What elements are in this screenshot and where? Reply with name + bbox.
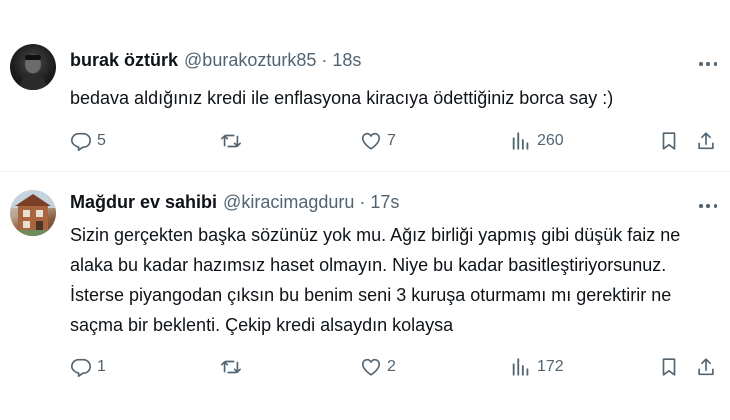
like-button[interactable]: 7: [360, 130, 396, 152]
author-name[interactable]: burak öztürk: [70, 50, 178, 71]
reply-count: 5: [97, 132, 106, 149]
heart-icon: [361, 358, 381, 376]
repost-icon: [221, 134, 241, 148]
tweet-text: bedava aldığınız kredi ile enflasyona ki…: [70, 83, 720, 113]
avatar-photo-icon: [19, 54, 47, 90]
share-icon: [698, 358, 714, 376]
avatar[interactable]: [10, 190, 56, 236]
tweet-text-line: bedava aldığınız kredi ile enflasyona ki…: [70, 88, 614, 108]
like-count: 7: [387, 132, 396, 149]
reply-icon: [71, 358, 91, 377]
tweet-text-line: alaka bu kadar hazımsız haset olmayın. N…: [70, 255, 667, 275]
reply-button[interactable]: 1: [70, 356, 106, 378]
tweet-text: Sizin gerçekten başka sözünüz yok mu. Ağ…: [70, 220, 720, 340]
separator: ·: [321, 50, 328, 70]
share-icon: [698, 132, 714, 150]
repost-button[interactable]: [220, 130, 247, 152]
views-chart-icon: [512, 358, 529, 376]
bookmark-icon: [662, 132, 676, 150]
repost-icon: [221, 360, 241, 374]
action-bar: 5 7 260: [70, 130, 715, 154]
like-count: 2: [387, 358, 396, 375]
tweet-header: burak öztürk @burakozturk85 · 18s: [70, 50, 361, 71]
tweet-1[interactable]: burak öztürk @burakozturk85 · 18s bedava…: [0, 0, 730, 172]
tweet-text-line: Sizin gerçekten başka sözünüz yok mu. Ağ…: [70, 225, 681, 245]
tweet-text-line: saçma bir beklenti. Çekip kredi alsaydın…: [70, 315, 454, 335]
action-bar: 1 2 172: [70, 356, 715, 380]
separator: ·: [359, 192, 366, 212]
views-button[interactable]: 172: [510, 356, 564, 378]
timestamp[interactable]: 18s: [332, 50, 361, 71]
share-button[interactable]: [695, 356, 717, 378]
avatar-photo-icon: [10, 190, 56, 236]
bookmark-icon: [662, 358, 676, 376]
like-button[interactable]: 2: [360, 356, 396, 378]
timestamp[interactable]: 17s: [370, 192, 399, 213]
more-options-icon[interactable]: [696, 54, 720, 74]
reply-count: 1: [97, 358, 106, 375]
tweet-2[interactable]: Mağdur ev sahibi @kiracimagduru · 17s Si…: [0, 172, 730, 420]
author-handle[interactable]: @kiracimagduru: [223, 192, 354, 213]
bookmark-button[interactable]: [658, 356, 680, 378]
share-button[interactable]: [695, 130, 717, 152]
more-options-icon[interactable]: [696, 196, 720, 216]
reply-icon: [71, 132, 91, 151]
author-handle[interactable]: @burakozturk85: [184, 50, 316, 71]
views-count: 260: [537, 132, 564, 149]
tweet-text-line: İsterse piyangodan çıksın bu benim seni …: [70, 285, 672, 305]
bookmark-button[interactable]: [658, 130, 680, 152]
views-count: 172: [537, 358, 564, 375]
repost-button[interactable]: [220, 356, 247, 378]
reply-button[interactable]: 5: [70, 130, 106, 152]
avatar[interactable]: [10, 44, 56, 90]
tweet-header: Mağdur ev sahibi @kiracimagduru · 17s: [70, 192, 399, 213]
views-button[interactable]: 260: [510, 130, 564, 152]
author-name[interactable]: Mağdur ev sahibi: [70, 192, 217, 213]
views-chart-icon: [512, 132, 529, 150]
heart-icon: [361, 132, 381, 150]
